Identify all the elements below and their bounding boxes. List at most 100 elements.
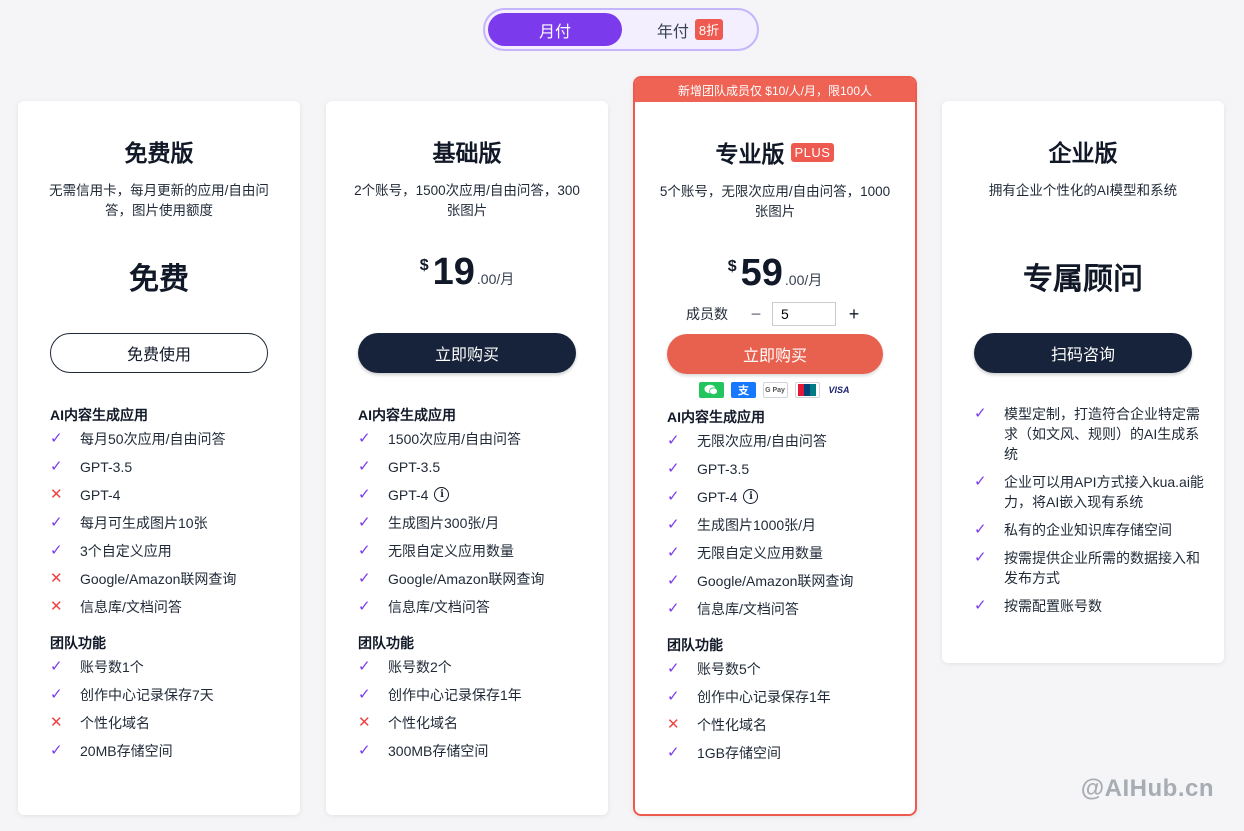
feature-text: 个性化域名: [388, 715, 458, 731]
member-count-input[interactable]: [772, 302, 836, 326]
feature-item: ✓ 无限自定义应用数量: [667, 543, 899, 571]
info-icon[interactable]: i: [743, 489, 759, 504]
feature-item: ✓ GPT-4 i: [358, 485, 592, 513]
increment-icon[interactable]: +: [844, 304, 864, 325]
feature-item: ✓ 创作中心记录保存1年: [358, 685, 592, 713]
info-icon[interactable]: i: [434, 487, 450, 502]
feature-item: ✕ 信息库/文档问答: [50, 597, 284, 625]
check-icon: ✓: [50, 542, 63, 559]
cross-icon: ✕: [358, 714, 371, 731]
check-icon: ✓: [50, 686, 63, 703]
check-icon: ✓: [667, 688, 680, 705]
feature-item: ✓ 生成图片300张/月: [358, 513, 592, 541]
check-icon: ✓: [50, 430, 63, 447]
feature-text: 企业可以用API方式接入kua.ai能力，将AI嵌入现有系统: [1004, 474, 1204, 510]
check-icon: ✓: [358, 658, 371, 675]
feature-item: ✓ 无限次应用/自由问答: [667, 431, 899, 459]
scan-consult-button[interactable]: 扫码咨询: [974, 333, 1192, 373]
promo-ribbon: 新增团队成员仅 $10/人/月，限100人: [635, 78, 915, 102]
feature-item: ✓ 私有的企业知识库存储空间: [974, 520, 1208, 540]
feature-text: 创作中心记录保存1年: [697, 689, 831, 705]
feature-list: ✓ 模型定制，打造符合企业特定需求（如文风、规则）的AI生成系统 ✓ 企业可以用API…: [974, 404, 1208, 624]
google-pay-icon: G Pay: [762, 382, 788, 398]
feature-item: ✓ GPT-3.5: [667, 459, 899, 487]
plan-price: $ 59 .00/月: [635, 252, 915, 295]
feature-item: ✓ 信息库/文档问答: [358, 597, 592, 625]
feature-text: 账号数5个: [697, 661, 761, 677]
feature-text: 模型定制，打造符合企业特定需求（如文风、规则）的AI生成系统: [1004, 406, 1200, 462]
feature-text: Google/Amazon联网查询: [80, 571, 237, 587]
check-icon: ✓: [974, 521, 987, 538]
watermark: @AIHub.cn: [1080, 775, 1214, 802]
member-count-label: 成员数: [686, 306, 728, 322]
feature-text: GPT-4: [388, 487, 429, 503]
member-count-stepper: 成员数 − +: [635, 302, 915, 326]
yearly-label: 年付: [656, 23, 689, 41]
check-icon: ✓: [50, 514, 63, 531]
plan-card-free: 免费版 无需信用卡，每月更新的应用/自由问答，图片使用额度 免费 免费使用 AI…: [18, 101, 300, 815]
decrement-icon[interactable]: −: [746, 304, 766, 325]
feature-text: GPT-3.5: [697, 461, 750, 477]
feature-item: ✓ 3个自定义应用: [50, 541, 284, 569]
check-icon: ✓: [358, 514, 371, 531]
check-icon: ✓: [667, 600, 680, 617]
visa-icon: VISA: [826, 382, 852, 398]
plan-price-text: 专属顾问: [1023, 263, 1143, 296]
feature-list: ✓ 账号数5个 ✓ 创作中心记录保存1年 ✕ 个性化域名 ✓ 1GB存储空间: [667, 659, 899, 771]
check-icon: ✓: [974, 597, 987, 614]
plan-price-text: 免费: [129, 263, 189, 296]
plan-title-text: 专业版: [715, 141, 785, 167]
feature-item: ✓ 1GB存储空间: [667, 743, 899, 771]
feature-text: 账号数2个: [388, 659, 452, 675]
feature-text: 300MB存储空间: [388, 743, 489, 759]
feature-item: ✓ 20MB存储空间: [50, 741, 284, 769]
plan-card-basic: 基础版 2个账号，1500次应用/自由问答，300张图片 $ 19 .00/月 …: [326, 101, 608, 815]
check-icon: ✓: [974, 473, 987, 490]
alipay-icon: 支: [730, 382, 756, 398]
feature-item: ✓ 账号数1个: [50, 657, 284, 685]
feature-text: Google/Amazon联网查询: [697, 573, 854, 589]
feature-item: ✓ 账号数2个: [358, 657, 592, 685]
check-icon: ✓: [358, 542, 371, 559]
feature-text: GPT-4: [80, 487, 121, 503]
feature-list: ✓ 1500次应用/自由问答 ✓ GPT-3.5 ✓ GPT-4 i ✓ 生成图片300张/月 ✓…: [358, 429, 592, 625]
currency-symbol: $: [727, 258, 737, 275]
section-title: 团队功能: [358, 635, 414, 651]
feature-item: ✕ GPT-4: [50, 485, 284, 513]
feature-text: 个性化域名: [80, 715, 150, 731]
check-icon: ✓: [358, 742, 371, 759]
feature-item: ✕ 个性化域名: [50, 713, 284, 741]
billing-toggle: 月付 年付 8折: [483, 8, 759, 51]
feature-text: GPT-4: [697, 489, 738, 505]
free-use-button[interactable]: 免费使用: [50, 333, 268, 373]
plan-title: 免费版: [124, 140, 194, 166]
feature-item: ✓ Google/Amazon联网查询: [667, 571, 899, 599]
feature-text: 无限次应用/自由问答: [697, 433, 827, 449]
feature-text: 信息库/文档问答: [80, 599, 182, 615]
feature-text: 创作中心记录保存1年: [388, 687, 522, 703]
yearly-option[interactable]: 年付 8折: [625, 13, 755, 46]
feature-text: 账号数1个: [80, 659, 144, 675]
plan-price: $ 19 .00/月: [326, 251, 608, 294]
feature-item: ✓ 企业可以用API方式接入kua.ai能力，将AI嵌入现有系统: [974, 472, 1208, 512]
check-icon: ✓: [667, 460, 680, 477]
check-icon: ✓: [358, 570, 371, 587]
plan-title: 基础版: [432, 140, 502, 166]
check-icon: ✓: [358, 598, 371, 615]
buy-basic-button[interactable]: 立即购买: [358, 333, 576, 373]
feature-text: GPT-3.5: [388, 459, 441, 475]
buy-pro-button[interactable]: 立即购买: [667, 334, 883, 374]
currency-symbol: $: [419, 257, 429, 274]
check-icon: ✓: [667, 660, 680, 677]
plan-title: 企业版: [1048, 140, 1118, 166]
plan-card-enterprise: 企业版 拥有企业个性化的AI模型和系统 专属顾问 扫码咨询 ✓ 模型定制，打造符合…: [942, 101, 1224, 663]
monthly-option[interactable]: 月付: [488, 13, 622, 46]
feature-item: ✓ GPT-3.5: [358, 457, 592, 485]
feature-text: 无限自定义应用数量: [388, 543, 514, 559]
check-icon: ✓: [50, 658, 63, 675]
price-amount: 19: [432, 251, 475, 293]
section-title: 团队功能: [50, 635, 106, 651]
feature-item: ✓ Google/Amazon联网查询: [358, 569, 592, 597]
unionpay-icon: [794, 382, 820, 398]
feature-text: Google/Amazon联网查询: [388, 571, 545, 587]
